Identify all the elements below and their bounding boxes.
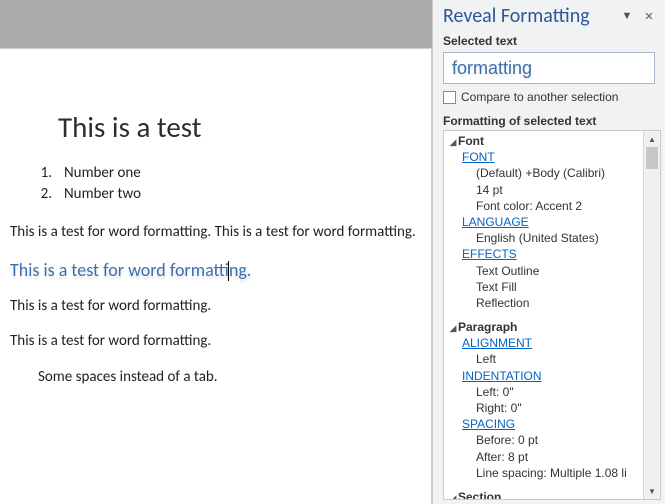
- list-number: 1.: [34, 163, 64, 184]
- list-number: 2.: [34, 184, 64, 205]
- formatting-label: Formatting of selected text: [433, 110, 665, 130]
- spacing-line: Line spacing: Multiple 1.08 li: [448, 465, 643, 481]
- indent-right: Right: 0": [448, 400, 643, 416]
- spacing-link[interactable]: SPACING: [448, 416, 643, 432]
- text-before-cursor[interactable]: This is a test for word formatti: [10, 259, 229, 281]
- formatting-tree-container: ◢Font FONT (Default) +Body (Calibri) 14 …: [443, 130, 661, 500]
- indent-left: Left: 0": [448, 384, 643, 400]
- effect-outline: Text Outline: [448, 263, 643, 279]
- font-color: Font color: Accent 2: [448, 198, 643, 214]
- effect-fill: Text Fill: [448, 279, 643, 295]
- effect-reflection: Reflection: [448, 295, 643, 311]
- pane-header: Reveal Formatting ▼ ✕: [433, 0, 665, 30]
- pane-close-button[interactable]: ✕: [639, 6, 659, 26]
- doc-title[interactable]: This is a test: [58, 109, 421, 145]
- tree-scrollbar[interactable]: ▲ ▼: [643, 131, 660, 499]
- selected-text-label: Selected text: [433, 30, 665, 50]
- tree-group-section[interactable]: ◢Section: [448, 489, 643, 499]
- list-text[interactable]: Number two: [64, 184, 141, 205]
- selected-text-box[interactable]: formatting: [443, 52, 655, 84]
- pane-title: Reveal Formatting: [443, 4, 590, 28]
- font-default: (Default) +Body (Calibri): [448, 165, 643, 181]
- paragraph[interactable]: This is a test for word formatting. This…: [10, 223, 421, 243]
- list-item[interactable]: 2. Number two: [34, 184, 421, 205]
- text-after-cursor[interactable]: ng.: [229, 259, 251, 281]
- list-item[interactable]: 1. Number one: [34, 163, 421, 184]
- spacing-before: Before: 0 pt: [448, 432, 643, 448]
- paragraph-indented[interactable]: Some spaces instead of a tab.: [38, 368, 421, 388]
- scroll-down-icon[interactable]: ▼: [644, 483, 660, 499]
- effects-link[interactable]: EFFECTS: [448, 246, 643, 262]
- alignment-value: Left: [448, 351, 643, 367]
- collapse-icon[interactable]: ◢: [448, 322, 458, 334]
- language-link[interactable]: LANGUAGE: [448, 214, 643, 230]
- tree-group-font[interactable]: ◢Font: [448, 133, 643, 149]
- language-value: English (United States): [448, 230, 643, 246]
- pane-menu-button[interactable]: ▼: [617, 6, 637, 26]
- paragraph[interactable]: This is a test for word formatting.: [10, 297, 421, 317]
- compare-label: Compare to another selection: [461, 90, 618, 104]
- alignment-link[interactable]: ALIGNMENT: [448, 335, 643, 351]
- document-area: This is a test 1. Number one 2. Number t…: [0, 0, 432, 504]
- formatting-tree[interactable]: ◢Font FONT (Default) +Body (Calibri) 14 …: [444, 131, 643, 499]
- collapse-icon[interactable]: ◢: [448, 492, 458, 499]
- font-link[interactable]: FONT: [448, 149, 643, 165]
- scroll-thumb[interactable]: [646, 147, 658, 169]
- collapse-icon[interactable]: ◢: [448, 136, 458, 148]
- reveal-formatting-pane: Reveal Formatting ▼ ✕ Selected text form…: [432, 0, 665, 504]
- formatted-paragraph[interactable]: This is a test for word formatting.: [10, 259, 421, 281]
- indentation-link[interactable]: INDENTATION: [448, 368, 643, 384]
- tree-group-paragraph[interactable]: ◢Paragraph: [448, 319, 643, 335]
- compare-checkbox[interactable]: [443, 91, 456, 104]
- page[interactable]: This is a test 1. Number one 2. Number t…: [0, 48, 432, 504]
- numbered-list[interactable]: 1. Number one 2. Number two: [34, 163, 421, 205]
- paragraph[interactable]: This is a test for word formatting.: [10, 332, 421, 352]
- scroll-up-icon[interactable]: ▲: [644, 131, 660, 147]
- spacing-after: After: 8 pt: [448, 449, 643, 465]
- list-text[interactable]: Number one: [64, 163, 141, 184]
- compare-row[interactable]: Compare to another selection: [433, 90, 665, 110]
- font-size: 14 pt: [448, 182, 643, 198]
